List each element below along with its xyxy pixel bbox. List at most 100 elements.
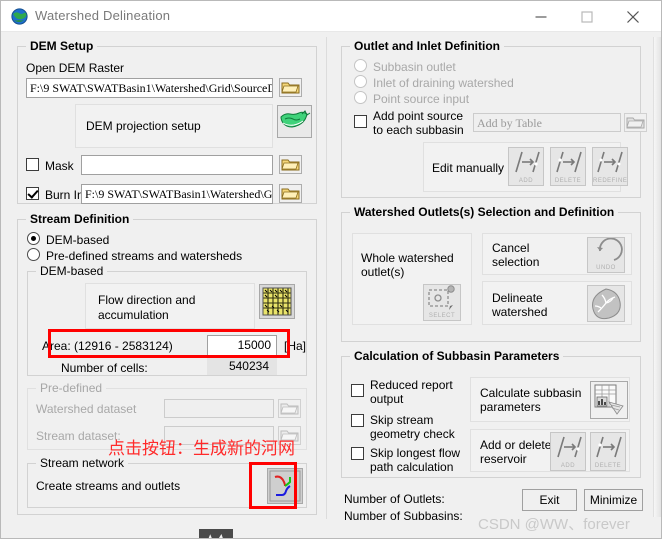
skip-longest-label-line2: path calculation	[370, 460, 454, 474]
number-of-cells-label: Number of cells:	[61, 361, 148, 375]
edit-manually-label: Edit manually	[432, 161, 505, 175]
add-reservoir-icon[interactable]: ADD	[550, 432, 586, 471]
browse-dem-raster-button[interactable]	[279, 78, 302, 97]
report-table-icon[interactable]	[590, 381, 628, 419]
radio-predefined-label: Pre-defined streams and watersheds	[46, 249, 243, 263]
chinese-annotation-note: 点击按钮：生成新的河网	[108, 439, 295, 459]
burn-in-label: Burn In	[45, 188, 84, 202]
radio-dem-based[interactable]	[27, 232, 40, 245]
maximize-window-button[interactable]	[564, 1, 610, 32]
cursor-artifact	[199, 529, 233, 538]
open-dem-raster-label: Open DEM Raster	[26, 61, 125, 75]
skip-longest-label-line1: Skip longest flow	[370, 446, 461, 460]
exit-button[interactable]: Exit	[522, 489, 577, 511]
skip-stream-label-line1: Skip stream	[370, 413, 434, 427]
browse-mask-button[interactable]	[279, 155, 302, 174]
watermark-text: CSDN @WW、forever	[478, 516, 630, 533]
stream-network-icon[interactable]	[267, 468, 303, 504]
cancel-selection-label-line2: selection	[492, 255, 540, 269]
number-of-subbasins-label: Number of Subbasins:	[344, 509, 463, 523]
delineate-watershed-card: Delineate watershed	[482, 281, 632, 325]
dem-projection-card: DEM projection setup	[75, 104, 273, 148]
stream-network-subgroup: Stream network Create streams and outlet…	[27, 456, 307, 508]
radio-inlet-draining-label: Inlet of draining watershed	[373, 76, 514, 90]
window-title: Watershed Delineation	[35, 8, 171, 23]
watershed-outlets-group: Watershed Outlets(s) Selection and Defin…	[341, 205, 641, 342]
title-bar: Watershed Delineation	[1, 1, 661, 32]
flow-direction-label-line1: Flow direction and	[98, 293, 196, 307]
mask-label: Mask	[45, 159, 74, 173]
watershed-dataset-input	[164, 399, 274, 418]
flow-direction-card: Flow direction and accumulation	[85, 283, 255, 329]
delineate-watershed-label-line2: watershed	[492, 305, 548, 319]
us-map-icon[interactable]	[277, 105, 312, 138]
mask-path-input[interactable]	[81, 155, 273, 175]
dem-setup-legend: DEM Setup	[26, 39, 98, 53]
minimize-button[interactable]: Minimize	[584, 489, 643, 511]
add-by-table-input[interactable]: Add by Table	[473, 113, 621, 132]
subbasin-parameters-group: Calculation of Subbasin Parameters Reduc…	[341, 349, 641, 478]
outlet-inlet-group: Outlet and Inlet Definition Subbasin out…	[341, 39, 647, 198]
calculate-subbasin-label-line1: Calculate subbasin	[480, 386, 582, 400]
grid-raster-icon[interactable]	[259, 284, 295, 319]
watershed-delineation-window: Watershed Delineation DEM Setup Open DEM…	[0, 0, 662, 539]
reservoir-card: Add or delete reservoir ADD DELETE	[470, 429, 630, 472]
burn-in-path-input[interactable]: F:\9 SWAT\SWATBasin1\Watershed\Grid\I	[81, 184, 273, 204]
reservoir-label-line2: reservoir	[480, 452, 527, 466]
whole-watershed-card: Whole watershed outlet(s) SELECT	[352, 233, 472, 325]
radio-subbasin-outlet	[354, 59, 367, 72]
stream-definition-legend: Stream Definition	[26, 212, 134, 226]
browse-add-by-table-button[interactable]	[624, 113, 647, 132]
watershed-leaf-icon[interactable]	[587, 285, 625, 322]
delete-outlet-icon[interactable]: DELETE	[550, 147, 586, 186]
reduced-report-label-line1: Reduced report	[370, 378, 453, 392]
panel-divider	[326, 37, 327, 519]
dem-setup-group: DEM Setup Open DEM Raster F:\9 SWAT\SWAT…	[17, 39, 317, 204]
area-threshold-input[interactable]: 15000	[207, 335, 277, 356]
add-point-source-label-line1: Add point source	[373, 109, 464, 123]
skip-stream-geometry-checkbox[interactable]	[351, 414, 364, 427]
mask-checkbox[interactable]	[26, 158, 39, 171]
radio-predefined[interactable]	[27, 248, 40, 261]
add-reservoir-caption: ADD	[560, 463, 576, 469]
delete-reservoir-caption: DELETE	[594, 463, 622, 469]
dem-based-subgroup: DEM-based Flow direction and accumulatio…	[27, 264, 307, 376]
reduced-report-label-line2: output	[370, 392, 404, 406]
calculate-subbasin-card: Calculate subbasin parameters	[470, 377, 630, 422]
redefine-outlet-icon[interactable]: REDEFINE	[592, 147, 628, 186]
select-caption: SELECT	[428, 313, 456, 319]
add-point-source-checkbox[interactable]	[354, 115, 367, 128]
select-rectangle-icon[interactable]: SELECT	[423, 284, 461, 321]
flow-direction-label-line2: accumulation	[98, 308, 169, 322]
number-of-cells-value: 540234	[207, 357, 277, 375]
watershed-outlets-legend: Watershed Outlets(s) Selection and Defin…	[350, 205, 619, 219]
whole-watershed-label-line2: outlet(s)	[361, 265, 405, 279]
undo-arrow-icon[interactable]: UNDO	[587, 237, 625, 273]
cancel-selection-label-line1: Cancel	[492, 241, 530, 255]
calculate-subbasin-label-line2: parameters	[480, 400, 541, 414]
predefined-legend: Pre-defined	[36, 381, 107, 395]
globe-icon	[11, 8, 28, 25]
watershed-dataset-label: Watershed dataset	[36, 402, 137, 416]
cancel-selection-card: Cancel selection UNDO	[482, 233, 632, 275]
radio-point-source	[354, 91, 367, 104]
skip-longest-flow-checkbox[interactable]	[351, 447, 364, 460]
number-of-outlets-label: Number of Outlets:	[344, 492, 445, 506]
add-point-source-label-line2: to each subbasin	[373, 123, 464, 137]
delete-reservoir-icon[interactable]: DELETE	[590, 432, 626, 471]
minimize-window-button[interactable]	[518, 1, 564, 32]
dem-projection-label: DEM projection setup	[86, 119, 201, 133]
radio-inlet-draining	[354, 75, 367, 88]
vertical-scrollbar[interactable]	[653, 37, 661, 517]
skip-stream-label-line2: geometry check	[370, 427, 455, 441]
close-window-button[interactable]	[610, 1, 656, 32]
undo-caption: UNDO	[596, 265, 616, 271]
stream-definition-group: Stream Definition DEM-based Pre-defined …	[17, 212, 317, 515]
radio-subbasin-outlet-label: Subbasin outlet	[373, 60, 456, 74]
add-outlet-icon[interactable]: ADD	[508, 147, 544, 186]
area-range-label: Area: (12916 - 2583124)	[42, 339, 173, 353]
browse-burn-in-button[interactable]	[279, 184, 302, 203]
reduced-report-checkbox[interactable]	[351, 384, 364, 397]
dem-raster-path-input[interactable]: F:\9 SWAT\SWATBasin1\Watershed\Grid\Sour…	[26, 78, 273, 98]
burn-in-checkbox[interactable]	[26, 187, 39, 200]
